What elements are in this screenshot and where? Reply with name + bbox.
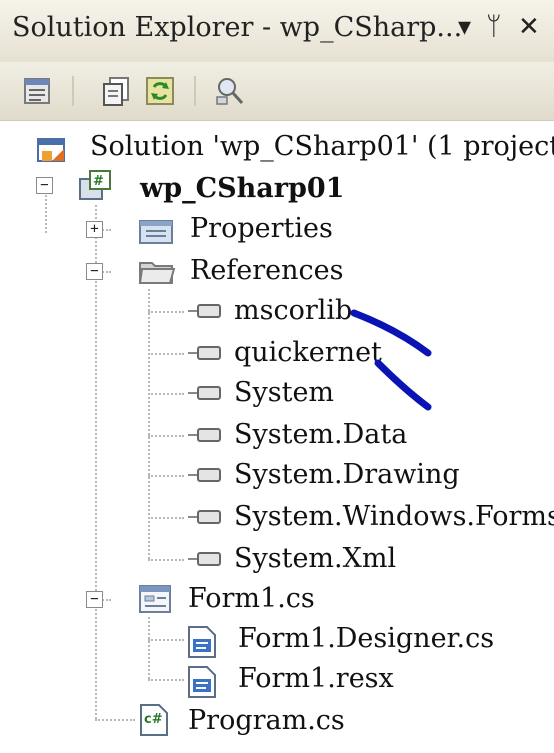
tree-connector [148,639,184,641]
properties-node-label[interactable]: Properties [190,213,333,244]
svg-text:#: # [93,174,104,189]
tree-connector [148,559,184,561]
tree-connector [148,311,184,313]
tree-connector [95,719,135,721]
solution-node-label[interactable]: Solution 'wp_CSharp01' (1 project) [90,131,554,162]
assembly-reference-icon [188,346,221,360]
assembly-reference-icon [188,510,221,524]
references-node-label[interactable]: References [190,255,344,286]
expander-properties[interactable]: + [86,221,103,238]
assembly-reference-icon [188,468,221,482]
assembly-reference-icon [188,304,221,318]
window-position-dropdown-icon[interactable]: ▾ [458,12,471,42]
toolbar [0,62,554,121]
tree-connector [148,353,184,355]
tree-connector [95,205,97,719]
form-node-label[interactable]: Form1.cs [188,583,315,614]
project-node-label[interactable]: wp_CSharp01 [140,173,344,204]
reference-item-label[interactable]: System [234,377,334,408]
expander-references[interactable]: − [86,263,103,280]
csharp-project-icon: # [79,170,111,200]
properties-folder-icon [139,220,173,244]
toolbar-separator [72,76,74,106]
resx-file-icon [188,666,216,698]
reference-item-label[interactable]: System.Drawing [234,459,460,490]
tree-connector [148,617,150,679]
reference-item-label[interactable]: System.Data [234,419,407,450]
csharp-file-icon: c# [140,704,168,736]
auto-hide-pin-icon[interactable]: ᛘ [486,12,502,42]
tree-connector [148,435,184,437]
window-title: Solution Explorer - wp_CSharp... [12,12,463,43]
title-bar: Solution Explorer - wp_CSharp... ▾ ᛘ ✕ [0,0,554,63]
reference-item-label[interactable]: mscorlib [234,295,352,326]
tree-connector [148,475,184,477]
tree-connector [148,679,184,681]
csharp-file-icon [188,626,216,658]
tree-connector [148,393,184,395]
reference-item-label[interactable]: System.Xml [234,543,396,574]
reference-item-label[interactable]: System.Windows.Forms [234,501,554,532]
assembly-reference-icon [188,386,221,400]
form-child-label[interactable]: Form1.resx [238,663,394,694]
toolbar-separator [194,76,196,106]
solution-explorer-panel: Solution Explorer - wp_CSharp... ▾ ᛘ ✕ S… [0,0,554,753]
close-icon[interactable]: ✕ [518,12,540,42]
svg-text:c#: c# [144,712,163,727]
view-class-diagram-icon[interactable] [214,75,246,107]
solution-icon [37,138,65,162]
show-all-files-icon[interactable] [100,75,132,107]
assembly-reference-icon [188,428,221,442]
properties-icon[interactable] [22,75,54,107]
expander-form[interactable]: − [86,591,103,608]
form-child-label[interactable]: Form1.Designer.cs [238,623,494,654]
annotation-marker-strokes [350,309,432,411]
refresh-icon[interactable] [144,75,176,107]
expander-project[interactable]: − [36,177,53,194]
program-node-label[interactable]: Program.cs [188,705,345,736]
assembly-reference-icon [188,552,221,566]
windows-form-icon [139,585,171,613]
solution-tree: Solution 'wp_CSharp01' (1 project) − # w… [0,121,554,753]
tree-connector [148,517,184,519]
references-folder-icon [138,262,176,284]
